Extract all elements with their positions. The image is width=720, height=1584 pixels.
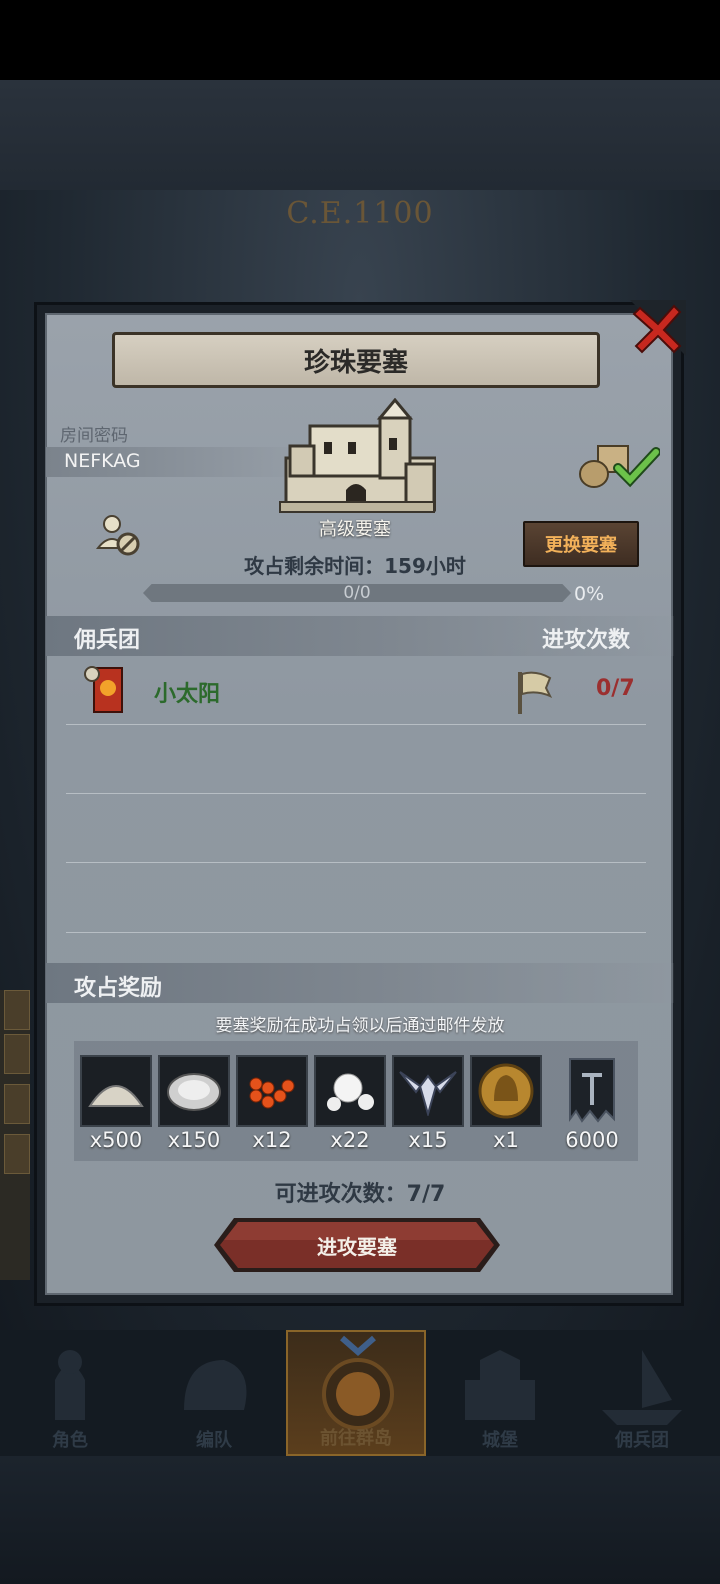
sand-pile-icon [88, 1085, 144, 1107]
side-mail-icon[interactable] [4, 1034, 30, 1074]
close-icon [630, 300, 686, 356]
reward-item[interactable] [470, 1055, 542, 1127]
change-fortress-button[interactable]: 更换要塞 [523, 521, 639, 567]
left-side-buttons [0, 990, 30, 1280]
side-map-icon[interactable] [4, 1134, 30, 1174]
guild-emblem-icon [84, 666, 123, 713]
fortress-castle-icon [279, 398, 436, 513]
row-divider [66, 724, 646, 725]
reward-count: x22 [330, 1128, 370, 1152]
supplies-check-icon[interactable] [578, 440, 660, 490]
no-owner-icon[interactable] [96, 512, 142, 558]
guild-attack-count: 0/7 [596, 676, 635, 701]
room-code-label: 房间密码 [60, 426, 128, 446]
rewards-section-title: 攻占奖励 [74, 976, 163, 1001]
nav-label: 佣兵团 [615, 1430, 669, 1451]
reward-count: x1 [493, 1128, 519, 1152]
guild-section-title: 佣兵团 [74, 628, 141, 653]
side-scroll-icon[interactable] [4, 990, 30, 1030]
winged-emblem-icon [399, 1071, 457, 1116]
reward-item[interactable] [158, 1055, 230, 1127]
nav-label: 城堡 [482, 1430, 518, 1451]
rewards-note: 要塞奖励在成功占领以后通过邮件发放 [215, 1016, 505, 1036]
available-attacks: 可进攻次数：7/7 [274, 1182, 446, 1207]
reward-count: x150 [167, 1128, 221, 1152]
nav-item-islands[interactable]: 前往群岛 [286, 1330, 426, 1456]
helmet-coin-icon [478, 1063, 534, 1119]
nav-item-formation[interactable]: 编队 [144, 1330, 284, 1456]
reward-item[interactable] [392, 1055, 464, 1127]
nav-item-castle[interactable]: 城堡 [430, 1330, 570, 1456]
guild-row[interactable]: 小太阳 0/7 [66, 658, 646, 724]
close-button[interactable] [630, 300, 686, 356]
reward-count: x15 [408, 1128, 448, 1152]
reward-item[interactable] [314, 1055, 386, 1127]
reward-item[interactable] [556, 1055, 628, 1131]
reward-item[interactable] [236, 1055, 308, 1127]
reward-count: x12 [252, 1128, 292, 1152]
knight-icon [55, 1350, 85, 1420]
nav-item-character[interactable]: 角色 [0, 1330, 140, 1456]
fortress-level: 高级要塞 [319, 519, 391, 540]
reward-count: 6000 [565, 1128, 619, 1152]
row-divider [66, 932, 646, 933]
pearl-icon [327, 1073, 374, 1111]
nav-label: 角色 [52, 1430, 88, 1451]
roe-icon [249, 1077, 295, 1109]
row-divider [66, 862, 646, 863]
top-header [0, 80, 720, 190]
status-bar [0, 0, 720, 80]
castle-icon [465, 1350, 535, 1420]
system-nav-area [0, 1456, 720, 1584]
dialog-title: 珍珠要塞 [112, 332, 600, 388]
remaining-time: 攻占剩余时间：159小时 [244, 554, 466, 578]
compass-icon [322, 1335, 394, 1430]
guild-name: 小太阳 [154, 682, 221, 707]
side-target-icon[interactable] [4, 1084, 30, 1124]
capture-progress-text: 0/0 [343, 583, 371, 603]
oyster-icon [167, 1073, 221, 1111]
nav-label: 编队 [196, 1430, 232, 1451]
room-code: NEFKAG [64, 450, 141, 472]
nav-label: 前往群岛 [320, 1428, 392, 1449]
reward-item[interactable] [80, 1055, 152, 1127]
ship-icon [602, 1350, 682, 1425]
capture-progress-percent: 0% [574, 583, 605, 605]
nav-item-guild[interactable]: 佣兵团 [572, 1330, 712, 1456]
reward-count: x500 [89, 1128, 143, 1152]
guild-banner-icon [569, 1058, 615, 1123]
attacks-header: 进攻次数 [542, 628, 631, 653]
helmet-icon [184, 1360, 247, 1410]
era-label: C.E.1100 [286, 196, 434, 231]
attack-fortress-label[interactable]: 进攻要塞 [214, 1231, 500, 1260]
attack-flag-icon [518, 671, 552, 714]
row-divider [66, 793, 646, 794]
